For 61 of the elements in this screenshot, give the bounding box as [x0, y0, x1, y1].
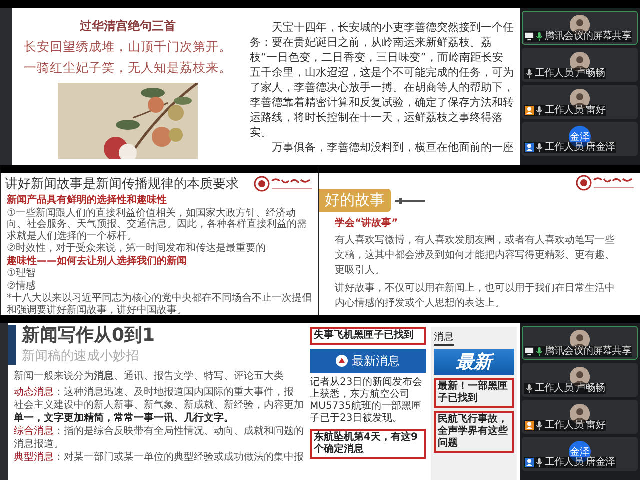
slide-paragraph: 讲好故事，不仅可以用在新闻上，也可以用于我们在日常生活中内心情感的抒发或个人思想的表达上。: [335, 282, 616, 311]
slide-title: 新闻写作从0到1: [22, 325, 156, 347]
poem-title: 过华清宫绝句三首: [80, 18, 176, 35]
intro-text: 新闻一般来说分为消息、通讯、报告文学、特写、评论五大类: [14, 371, 284, 383]
body-line: 动态消息：这种消息迅速、及时地报道国内国际的重大事件，报: [14, 387, 295, 399]
participant-name: 腾讯会议的屏幕共享: [545, 31, 632, 42]
poem-line: 长安回望绣成堆，山顶千门次第开。: [24, 39, 232, 56]
participant-tile[interactable]: 金泽 工作人员 唐金泽: [522, 122, 638, 156]
news-banner: 最新: [434, 349, 514, 375]
participant-name: 工作人员 唐金泽: [545, 457, 615, 468]
bullet-text: ①一些新闻跟人们的直接利益价值相关，如国家大政方针、经济动向、社会服务、天气预报、交通信息。因此，各种各样直接利益的需求就是人们选择的一个标杆。: [7, 208, 308, 242]
participant-tile[interactable]: 腾讯会议的屏幕共享: [522, 326, 638, 360]
body-line: 典型消息：对某一部门或某一单位的典型经验或成功做法的集中报: [14, 452, 305, 464]
section-heading: 新闻产品具有鲜明的选择性和趣味性: [7, 195, 168, 206]
headline-callout: 民航飞行事故，全声学界有这些问题: [434, 411, 514, 453]
participant-name: 工作人员 卢畅畅: [535, 68, 605, 79]
body-line: 社会主义建设中的新人新事、新气象、新成就、新经验，内容更加: [14, 400, 305, 412]
participant-tile[interactable]: 工作人员 卢畅畅: [522, 363, 638, 397]
poem-line: 一骑红尘妃子笑，无人知是荔枝来。: [24, 60, 232, 77]
participant-tile[interactable]: 腾讯会议的屏幕共享: [522, 11, 638, 45]
title-accent-bar: [8, 325, 16, 365]
microphone-icon: [535, 143, 544, 152]
story-paragraph: 天宝十四年，长安城的小吏李善德突然接到一个任务：要在贵妃诞日之前，从岭南运来新鲜荔枝。荔枝“一日色变，二日香变，三日味变”，而岭南距长安五千余里，山水迢迢，这是个不可能完成的任务，可为了家人，李善德决心放手一搏。在胡商等人的帮助下，李善德靠着精密计算和反复试验，确定了保存方法和转运路线，将时长控制在十一天，运鲜荔枝之事终得落实。: [250, 20, 514, 140]
bullet-text: ②情感: [7, 280, 37, 292]
section-heading: 学会“讲故事”: [335, 216, 400, 230]
participant-tile[interactable]: 工作人员 卢畅畅: [522, 48, 638, 82]
headline-callout: 东航坠机第4天，有这9个确定消息: [310, 429, 426, 459]
college-logo-icon: [576, 175, 636, 191]
college-logo-icon: [254, 176, 314, 192]
participant-name: 腾讯会议的屏幕共享: [545, 346, 632, 357]
microphone-icon: [525, 69, 534, 78]
participant-name: 工作人员 雷好: [545, 420, 606, 431]
body-line: 消息报道。: [14, 439, 65, 451]
microphone-icon: [535, 347, 544, 356]
participant-tile[interactable]: 金泽 工作人员 唐金泽: [522, 437, 638, 471]
microphone-icon: [535, 32, 544, 41]
participant-name: 工作人员 唐金泽: [545, 142, 615, 153]
participant-tile[interactable]: 工作人员 雷好: [522, 85, 638, 119]
bullet-text: *十八大以来以习近平同志为核心的党中央都在不同场合不止一次提倡和强调要讲好新闻故事，讲好中国故事。: [7, 293, 312, 315]
participant-name: 工作人员 雷好: [545, 105, 606, 116]
bullet-text: ②时效性，对于受众来说，第一时间发布和传达是最重要的: [7, 243, 267, 254]
slide-title: 讲好新闻故事是新闻传播规律的本质要求: [5, 176, 239, 193]
microphone-icon: [535, 106, 544, 115]
microphone-icon: [535, 421, 544, 430]
news-banner: 最新消息: [310, 349, 426, 373]
emblem-icon: [336, 355, 348, 367]
participant-tile[interactable]: 工作人员 雷好: [522, 400, 638, 434]
microphone-icon: [535, 458, 544, 467]
section-heading: 趣味性——如何去让别人选择我们的新闻: [7, 256, 188, 267]
participant-name: 工作人员 卢畅畅: [535, 383, 605, 394]
bullet-text: ①理智: [7, 268, 37, 280]
story-paragraph: 万事俱备，李善德却没料到，横亘在他面前的一座: [271, 140, 514, 155]
section-tag: 好的故事: [319, 189, 391, 212]
slide-subtitle: 新闻稿的速成小妙招: [22, 348, 140, 365]
body-line: 单一，文字更加精简，常常一事一讯、几行文字。: [14, 413, 235, 425]
headline-callout: 失事飞机黑匣子已找到: [310, 327, 426, 345]
slide-paragraph: 有人喜欢写微博，有人喜欢发朋友圈，或者有人喜欢动笔写一些文稿，这其中都会涉及到如何才能把内容写得更精彩、更有趣、更吸引人。: [335, 234, 616, 278]
article-text: 记者从23日的新闻发布会上获悉，东方航空公司MU5735航班的一部黑匣子已于23日被发现。: [310, 377, 424, 425]
microphone-icon: [525, 384, 534, 393]
body-line: 综合消息：指的是综合反映带有全局性情况、动向、成就和问题的: [14, 426, 305, 438]
headline-callout: 最新！一部黑匣子已找到: [434, 378, 514, 408]
